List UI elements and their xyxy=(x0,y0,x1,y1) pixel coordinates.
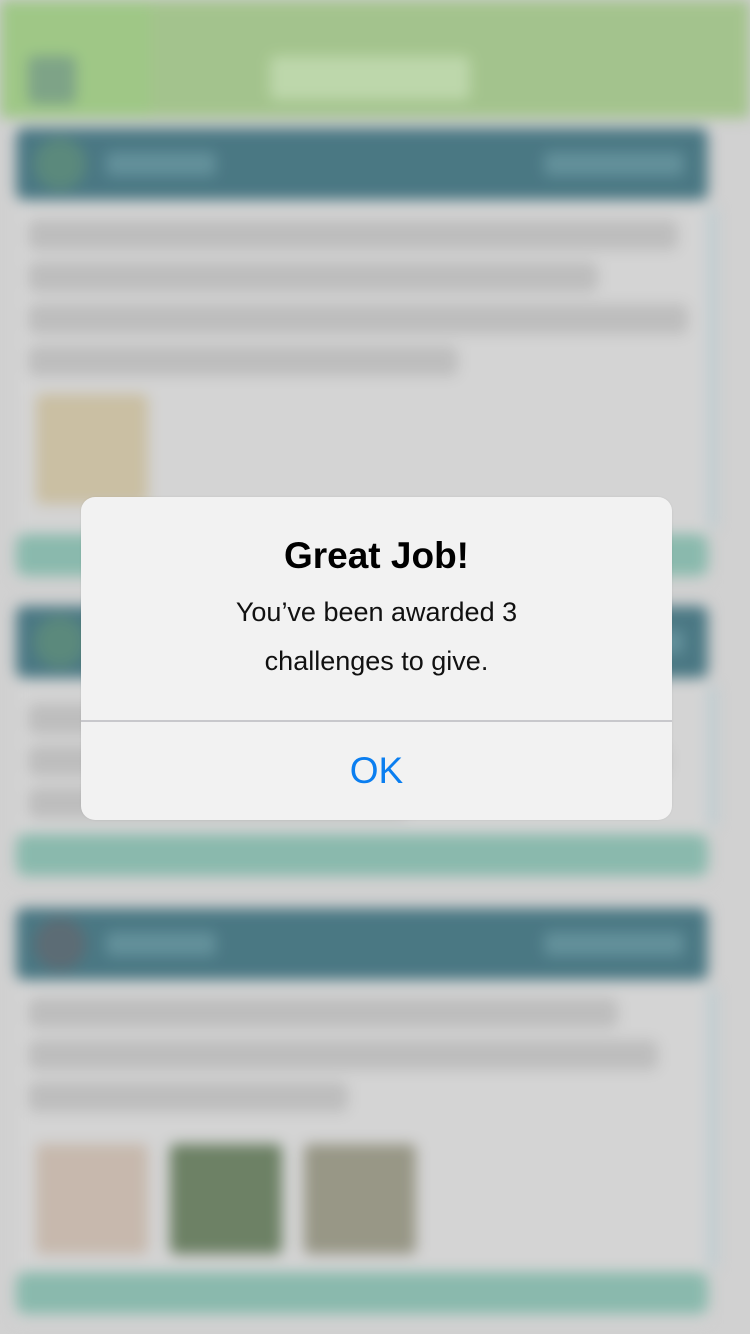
alert-message: You’ve been awarded 3 challenges to give… xyxy=(81,588,672,686)
alert-title: Great Job! xyxy=(283,535,470,576)
alert-message-line: challenges to give. xyxy=(264,646,489,676)
ok-button[interactable]: OK xyxy=(81,722,672,820)
alert-message-line: You’ve been awarded 3 xyxy=(235,597,518,627)
alert-dialog: Great Job! You’ve been awarded 3 challen… xyxy=(81,497,672,820)
